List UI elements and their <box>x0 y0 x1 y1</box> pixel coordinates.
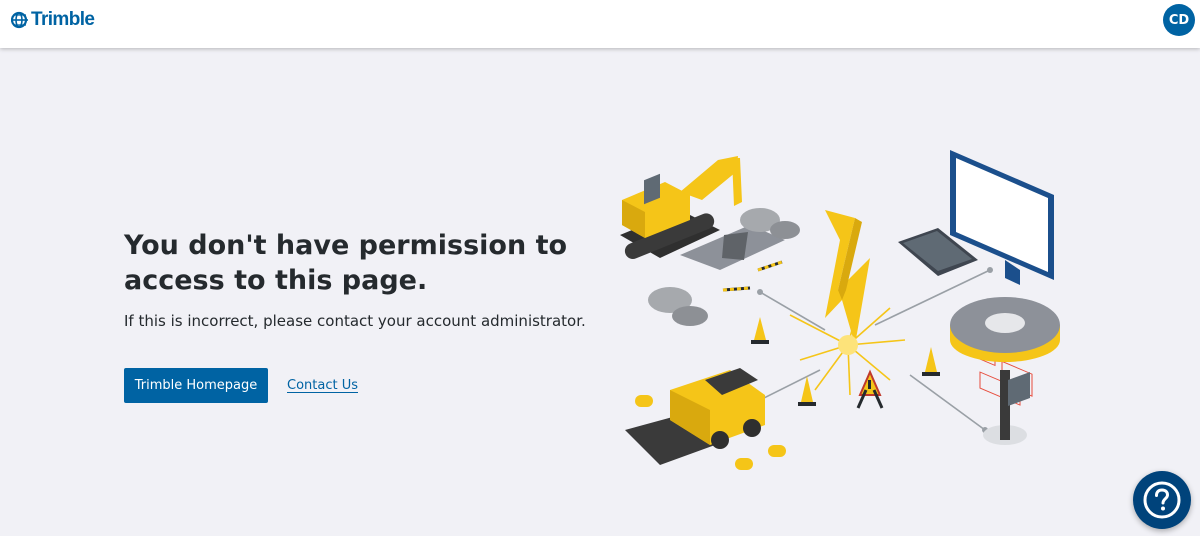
brand-name: Trimble <box>31 9 95 30</box>
computer-monitor-icon <box>950 150 1054 406</box>
help-button[interactable] <box>1133 471 1191 529</box>
error-message: If this is incorrect, please contact you… <box>124 312 586 330</box>
top-bar: Trimble CD <box>0 0 1200 48</box>
traffic-cone-icons <box>751 317 940 406</box>
trimble-logo[interactable]: Trimble <box>11 9 95 31</box>
gps-tower-icon <box>950 297 1060 445</box>
trimble-globe-icon <box>11 11 28 29</box>
question-mark-icon <box>1143 481 1181 519</box>
contact-us-link[interactable]: Contact Us <box>287 378 358 393</box>
construction-illustration <box>620 150 1060 470</box>
user-avatar[interactable]: CD <box>1163 4 1195 36</box>
user-initials: CD <box>1168 12 1190 28</box>
warning-sign-icon <box>856 369 884 409</box>
trimble-homepage-button[interactable]: Trimble Homepage <box>124 368 268 403</box>
paver-vehicle-icon <box>625 368 765 465</box>
page-title: You don't have permission to access to t… <box>124 230 568 296</box>
connector-lines <box>759 269 991 431</box>
lightning-icon <box>825 210 870 345</box>
barrier-highlights <box>722 260 783 292</box>
